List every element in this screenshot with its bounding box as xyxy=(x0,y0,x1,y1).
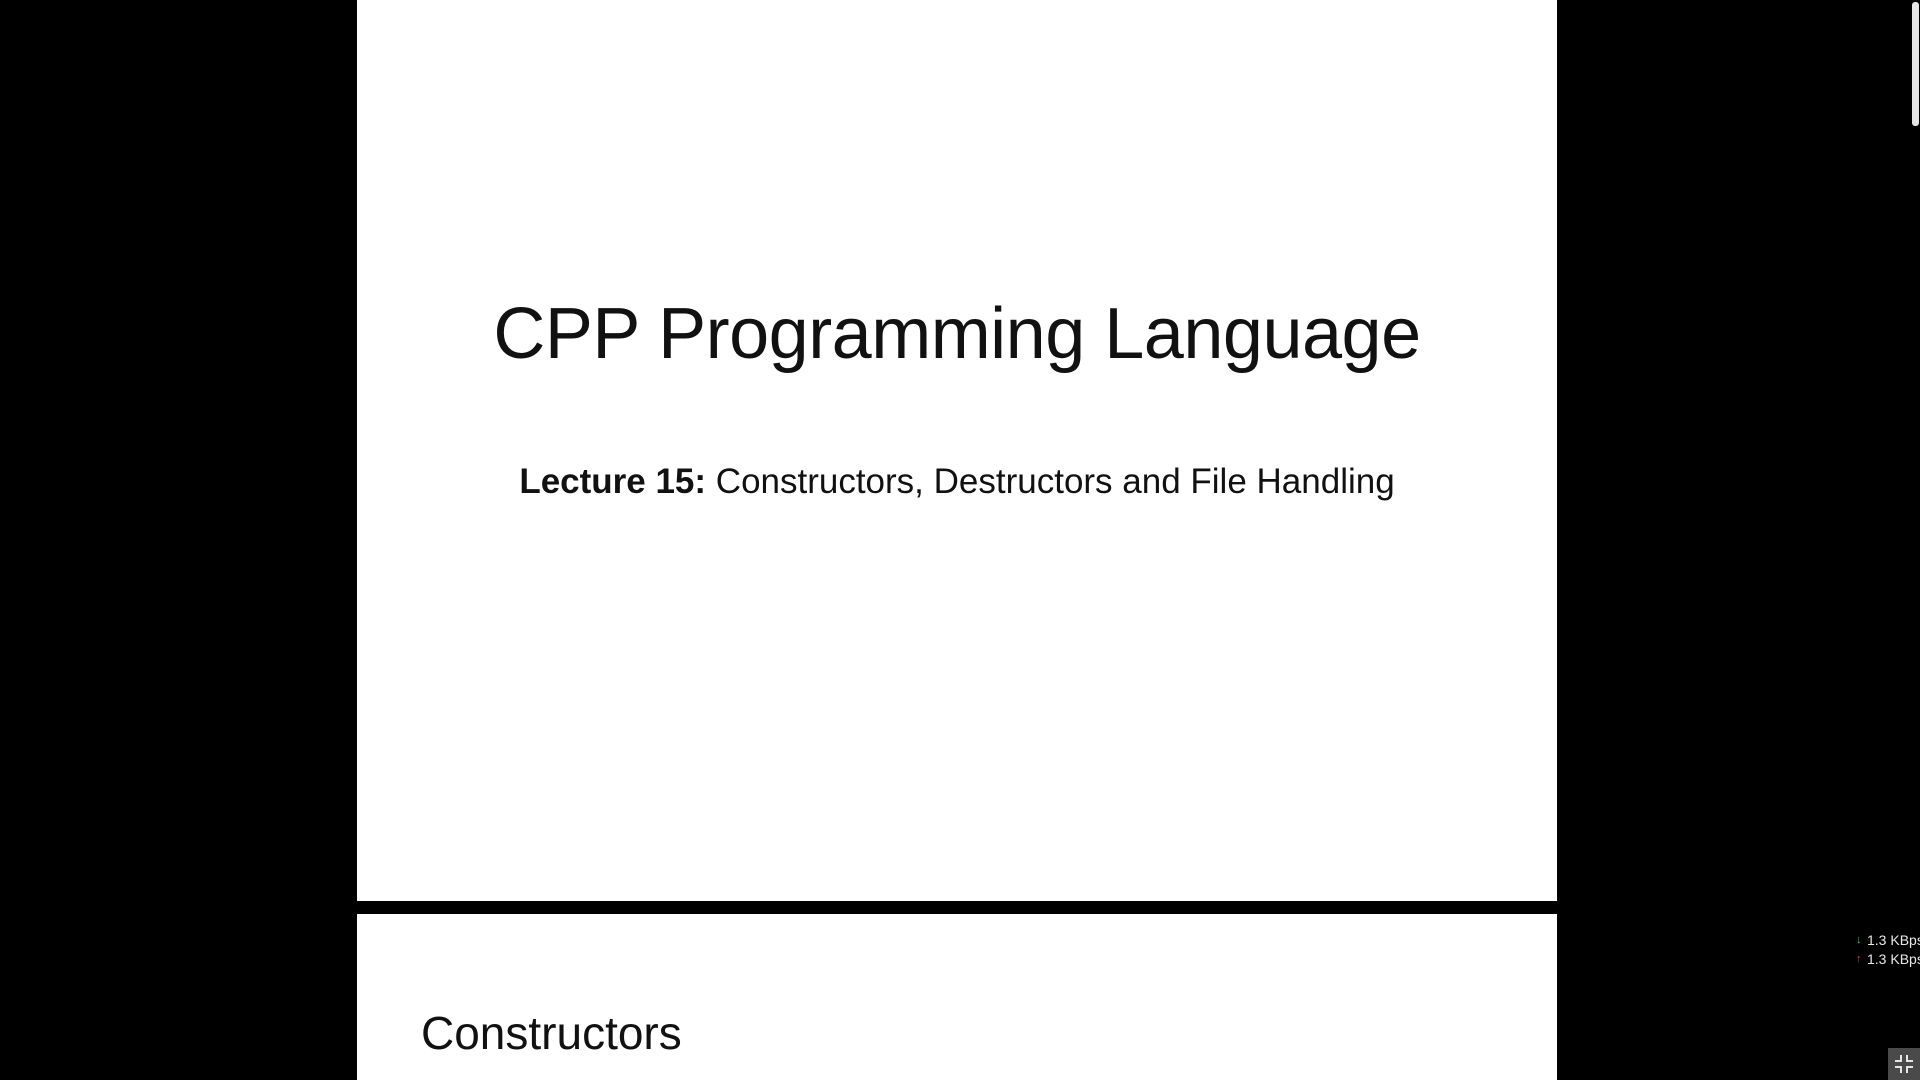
scrollbar-thumb[interactable] xyxy=(1912,2,1919,126)
slide-subtitle: Lecture 15: Constructors, Destructors an… xyxy=(357,462,1557,502)
upload-speed-row: ↑ 1.3 KBps xyxy=(1856,950,1920,969)
arrow-down-icon: ↓ xyxy=(1856,934,1862,946)
slide-title: CPP Programming Language xyxy=(493,294,1421,374)
lecture-number: Lecture 15: xyxy=(519,462,707,501)
download-speed: 1.3 KBps xyxy=(1867,932,1920,948)
exit-fullscreen-icon xyxy=(1895,1055,1913,1073)
arrow-up-icon: ↑ xyxy=(1856,953,1862,965)
download-speed-row: ↓ 1.3 KBps xyxy=(1856,931,1920,950)
slide-heading: Constructors xyxy=(421,1007,682,1059)
upload-speed: 1.3 KBps xyxy=(1867,951,1920,967)
lecture-topic: Constructors, Destructors and File Handl… xyxy=(706,462,1395,501)
slide-1[interactable]: CPP Programming Language Lecture 15: Con… xyxy=(357,0,1557,901)
network-speed-widget: ↓ 1.3 KBps ↑ 1.3 KBps xyxy=(1856,931,1920,969)
presentation-viewer: CPP Programming Language Lecture 15: Con… xyxy=(0,0,1920,1080)
vertical-scrollbar[interactable] xyxy=(1911,0,1920,1080)
slide-2[interactable]: Constructors xyxy=(357,914,1557,1080)
exit-fullscreen-button[interactable] xyxy=(1888,1048,1920,1080)
